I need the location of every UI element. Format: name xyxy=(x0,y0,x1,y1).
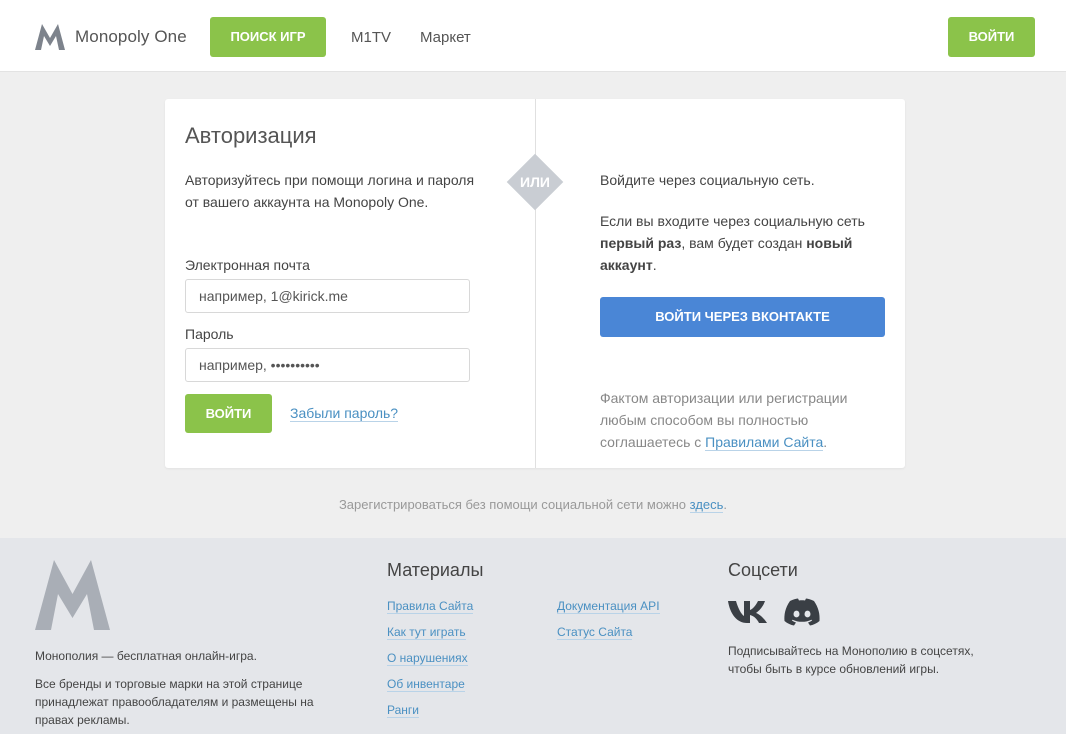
social-title: Соцсети xyxy=(728,560,798,580)
link-api-docs[interactable]: Документация API xyxy=(557,599,660,614)
social-intro: Войдите через социальную сеть. xyxy=(600,172,815,188)
header-login-button[interactable]: ВОЙТИ xyxy=(948,17,1035,57)
footer-about: Монополия — бесплатная онлайн-игра. xyxy=(35,649,257,663)
register-here-link[interactable]: здесь xyxy=(689,497,724,513)
site-rules-link[interactable]: Правилами Сайта xyxy=(705,434,824,451)
email-label: Электронная почта xyxy=(185,257,310,273)
or-text: ИЛИ xyxy=(520,174,550,190)
auth-intro: Авторизуйтесь при помощи логина и пароля… xyxy=(185,172,475,210)
nav-market-link[interactable]: Маркет xyxy=(420,29,471,46)
materials-title: Материалы xyxy=(387,560,484,580)
login-button[interactable]: ВОЙТИ xyxy=(185,394,272,433)
password-label: Пароль xyxy=(185,326,234,342)
link-violations[interactable]: О нарушениях xyxy=(387,651,468,666)
social-subscribe-text: Подписывайтесь на Монополию в соцсетях, … xyxy=(728,644,974,676)
discord-icon[interactable] xyxy=(784,598,820,626)
monopoly-logo-icon[interactable] xyxy=(35,24,65,50)
link-ranks[interactable]: Ранги xyxy=(387,703,419,718)
forgot-password-link[interactable]: Забыли пароль? xyxy=(290,405,399,422)
rules-note-end: . xyxy=(823,434,828,450)
first-time-text-1: Если вы входите через социальную сеть xyxy=(600,213,865,229)
first-time-text-2: , вам будет создан xyxy=(681,235,807,251)
link-how-to-play[interactable]: Как тут играть xyxy=(387,625,466,640)
top-header: Monopoly One ПОИСК ИГР M1TV Маркет ВОЙТИ xyxy=(0,0,1066,72)
email-input[interactable] xyxy=(185,279,470,313)
footer: Монополия — бесплатная онлайн-игра. Все … xyxy=(0,538,1066,734)
first-time-text-3: . xyxy=(652,257,657,273)
register-end: . xyxy=(723,497,728,512)
link-site-status[interactable]: Статус Сайта xyxy=(557,625,633,640)
password-input[interactable] xyxy=(185,348,470,382)
auth-title: Авторизация xyxy=(185,123,317,148)
auth-card: ИЛИ Авторизация Авторизуйтесь при помощи… xyxy=(165,99,905,468)
nav-m1tv-link[interactable]: M1TV xyxy=(351,29,391,46)
vk-icon[interactable] xyxy=(728,600,771,624)
link-site-rules[interactable]: Правила Сайта xyxy=(387,599,474,614)
link-inventory[interactable]: Об инвентаре xyxy=(387,677,465,692)
vk-login-button[interactable]: ВОЙТИ ЧЕРЕЗ ВКОНТАКТЕ xyxy=(600,297,885,337)
first-time-note: Если вы входите через социальную сеть пе… xyxy=(600,210,890,276)
register-line: Зарегистрироваться без помощи социальной… xyxy=(0,497,1066,513)
footer-logo-icon xyxy=(35,560,110,630)
first-time-bold-1: первый раз xyxy=(600,235,682,251)
register-text: Зарегистрироваться без помощи социальной… xyxy=(338,497,690,512)
search-games-button[interactable]: ПОИСК ИГР xyxy=(210,17,326,57)
rules-note: Фактом авторизации или регистрации любым… xyxy=(600,387,890,453)
logo-text[interactable]: Monopoly One xyxy=(75,27,187,47)
footer-disclaimer: Все бренды и торговые марки на этой стра… xyxy=(35,677,314,727)
